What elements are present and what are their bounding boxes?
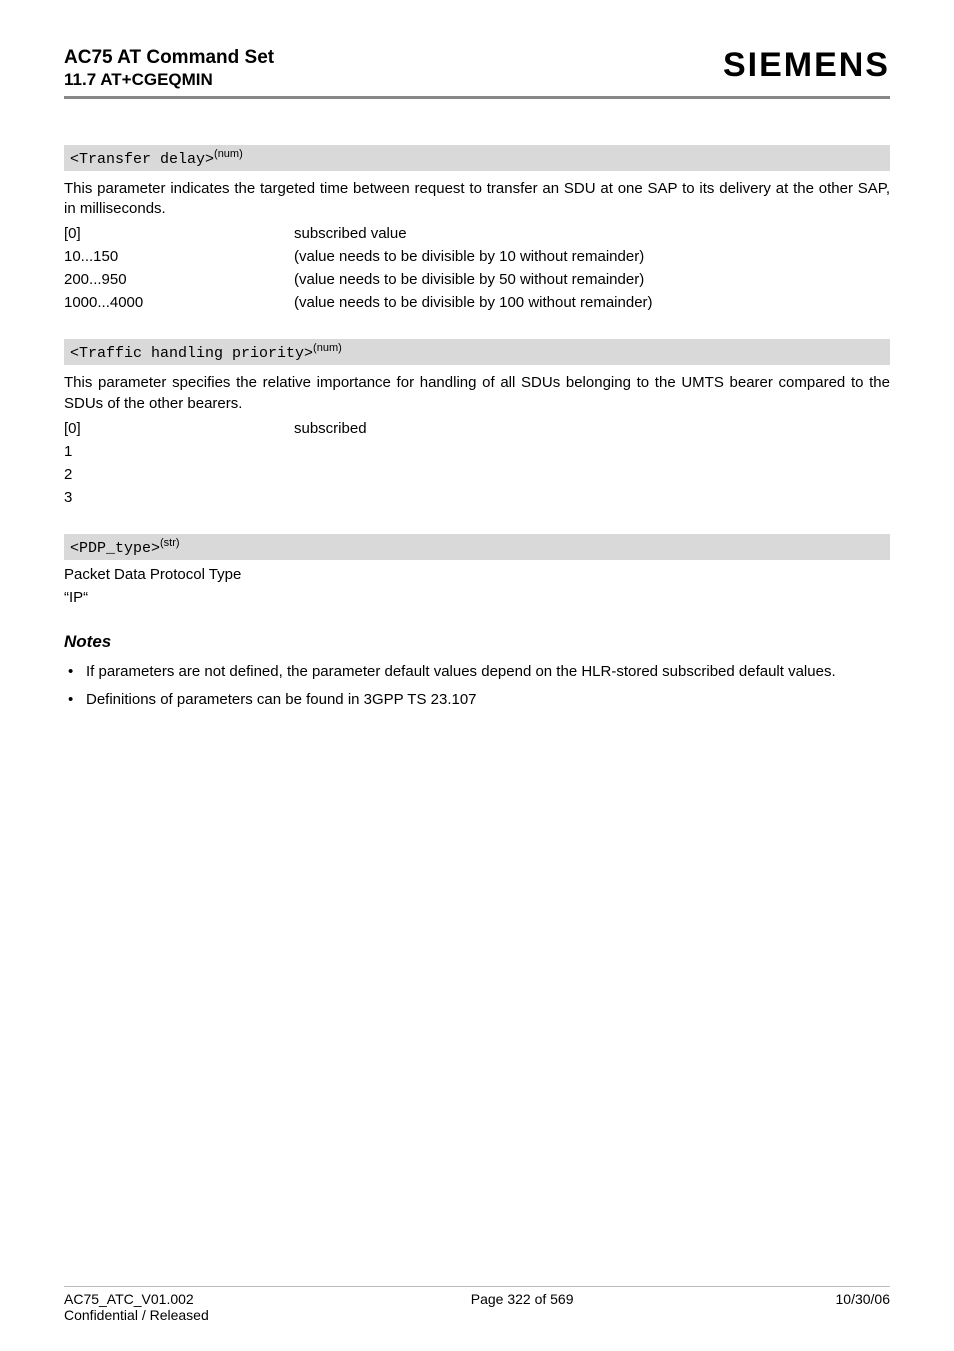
param-name: <Traffic handling priority> (70, 345, 313, 362)
param-desc: This parameter indicates the targeted ti… (64, 179, 890, 220)
param-desc: This parameter specifies the relative im… (64, 373, 890, 414)
param-val: subscribed value (294, 225, 890, 242)
param-name: <PDP_type> (70, 540, 160, 557)
param-key: 1000...4000 (64, 294, 294, 311)
footer-doc-id: AC75_ATC_V01.002 (64, 1291, 209, 1307)
param-sup: (num) (214, 148, 243, 160)
param-bar-pdp-type: <PDP_type>(str) (64, 534, 890, 560)
footer-left: AC75_ATC_V01.002 Confidential / Released (64, 1291, 209, 1323)
param-line: Packet Data Protocol Type (64, 566, 890, 583)
param-val (294, 443, 890, 460)
header-left: AC75 AT Command Set 11.7 AT+CGEQMIN (64, 46, 274, 90)
param-bar-traffic-priority: <Traffic handling priority>(num) (64, 339, 890, 365)
param-row: 200...950(value needs to be divisible by… (64, 271, 890, 288)
param-key: 200...950 (64, 271, 294, 288)
param-row: 10...150(value needs to be divisible by … (64, 248, 890, 265)
param-val: (value needs to be divisible by 50 witho… (294, 271, 890, 288)
param-line: “IP“ (64, 589, 890, 606)
doc-title: AC75 AT Command Set (64, 46, 274, 70)
brand-logo: SIEMENS (723, 46, 890, 85)
note-item: Definitions of parameters can be found i… (64, 690, 890, 710)
param-row: [0]subscribed value (64, 225, 890, 242)
param-row: 1000...4000(value needs to be divisible … (64, 294, 890, 311)
param-val: (value needs to be divisible by 100 with… (294, 294, 890, 311)
param-val (294, 466, 890, 483)
doc-subtitle: 11.7 AT+CGEQMIN (64, 70, 274, 90)
param-row: 2 (64, 466, 890, 483)
param-sup: (num) (313, 342, 342, 354)
param-key: [0] (64, 420, 294, 437)
param-key: [0] (64, 225, 294, 242)
param-sup: (str) (160, 537, 180, 549)
param-bar-transfer-delay: <Transfer delay>(num) (64, 145, 890, 171)
param-row: 3 (64, 489, 890, 506)
footer-page: Page 322 of 569 (471, 1291, 574, 1323)
page-header: AC75 AT Command Set 11.7 AT+CGEQMIN SIEM… (64, 46, 890, 99)
param-key: 10...150 (64, 248, 294, 265)
param-name: <Transfer delay> (70, 151, 214, 168)
notes-list: If parameters are not defined, the param… (64, 662, 890, 711)
param-row: 1 (64, 443, 890, 460)
param-val: (value needs to be divisible by 10 witho… (294, 248, 890, 265)
notes-heading: Notes (64, 632, 890, 652)
param-key: 2 (64, 466, 294, 483)
page-footer: AC75_ATC_V01.002 Confidential / Released… (64, 1286, 890, 1323)
param-key: 1 (64, 443, 294, 460)
param-val (294, 489, 890, 506)
param-key: 3 (64, 489, 294, 506)
param-val: subscribed (294, 420, 890, 437)
footer-confidential: Confidential / Released (64, 1307, 209, 1323)
param-row: [0]subscribed (64, 420, 890, 437)
footer-date: 10/30/06 (836, 1291, 891, 1323)
note-item: If parameters are not defined, the param… (64, 662, 890, 682)
